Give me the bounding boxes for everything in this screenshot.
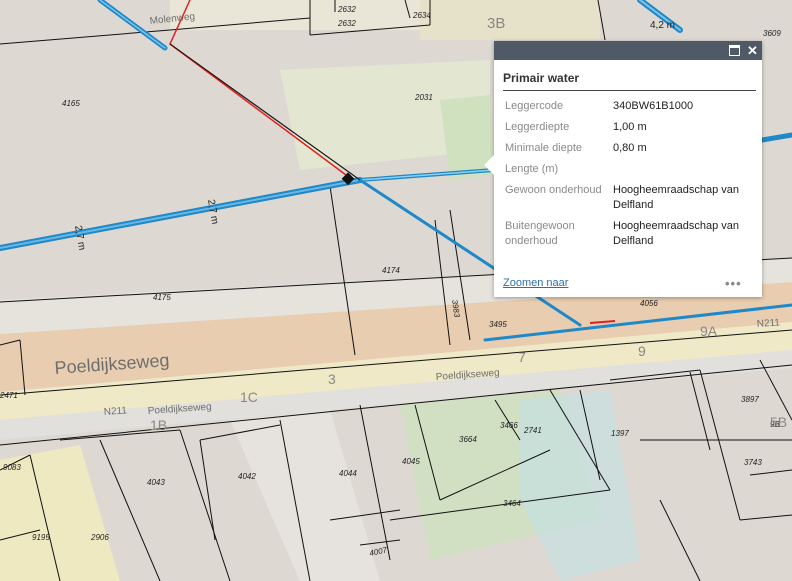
popup-divider [503, 90, 756, 91]
attribute-value: Hoogheemraadschap van Delfland [613, 220, 739, 247]
attribute-value: Hoogheemraadschap van Delfland [613, 184, 739, 211]
parcel-label: 2906 [90, 533, 109, 542]
attribute-value: 340BW61B1000 [613, 100, 694, 112]
attribute-value: 0,80 m [613, 142, 647, 154]
attribute-label: Leggerdiepte [505, 121, 570, 133]
close-icon[interactable]: ✕ [745, 43, 760, 58]
attribute-row: Lengte (m) [505, 162, 760, 177]
street-label: N211 [103, 405, 127, 418]
parcel-label: 2632 [337, 5, 356, 14]
maximize-icon[interactable] [727, 43, 742, 58]
feature-popup: ✕ Primair water Leggercode 340BW61B1000 … [484, 41, 762, 297]
parcel-label: 2031 [414, 93, 433, 102]
attribute-table: Leggercode 340BW61B1000 Leggerdiepte 1,0… [505, 99, 760, 255]
parcel-label: 4043 [147, 478, 165, 487]
attribute-label: Minimale diepte [505, 142, 583, 154]
parcel-label: 2741 [523, 426, 542, 435]
popup-title: Primair water [503, 71, 580, 85]
attribute-row: Gewoon onderhoud Hoogheemraadschap van D… [505, 183, 760, 213]
house-number: 7 [518, 349, 526, 365]
parcel-label: 2634 [412, 11, 431, 20]
house-number: 5B [770, 414, 787, 430]
parcel-label: 3664 [459, 435, 477, 444]
built-area [420, 0, 600, 40]
more-options-icon[interactable]: ••• [725, 276, 742, 291]
attribute-label: Buitengewoon onderhoud [505, 220, 575, 247]
measure-label: 4,2 m [650, 20, 675, 31]
house-number: 9 [638, 343, 646, 359]
parcel-label: 9195 [32, 533, 50, 542]
popup-titlebar: ✕ [494, 41, 762, 60]
parcel-label: 2471 [0, 391, 18, 400]
parcel-label: 4044 [339, 469, 357, 478]
parcel-label: 3897 [741, 395, 759, 404]
parcel-label: 3609 [763, 29, 781, 38]
zoom-to-link[interactable]: Zoomen naar [503, 277, 568, 289]
house-number: 3B [487, 15, 505, 32]
parcel-label: 4056 [640, 299, 658, 308]
parcel-label: 2632 [337, 19, 356, 28]
attribute-value: 1,00 m [613, 121, 647, 133]
attribute-label: Leggercode [505, 100, 564, 112]
attribute-row: Leggerdiepte 1,00 m [505, 120, 760, 135]
parcel-label: 4175 [153, 293, 171, 302]
parcel-label: 4165 [62, 99, 80, 108]
house-number: 1B [150, 417, 167, 433]
parcel-label: 3495 [489, 320, 507, 329]
attribute-row: Buitengewoon onderhoud Hoogheemraadschap… [505, 219, 760, 249]
parcel-label: 4042 [238, 472, 256, 481]
parcel-label: 3464 [503, 499, 521, 508]
parcel-label: 4045 [402, 457, 420, 466]
house-number: 1C [240, 389, 258, 405]
house-number: 9A [700, 323, 718, 339]
parcel-label: 4174 [382, 266, 400, 275]
parcel-label: 3743 [744, 458, 762, 467]
attribute-label: Lengte (m) [505, 163, 559, 175]
house-number: 3 [328, 371, 336, 387]
attribute-value [613, 162, 760, 177]
parcel-label: 9083 [3, 463, 21, 472]
street-label: N211 [756, 317, 780, 330]
attribute-label: Gewoon onderhoud [505, 184, 602, 196]
parcel-label: 1397 [611, 429, 629, 438]
popup-pointer [484, 155, 494, 175]
attribute-row: Leggercode 340BW61B1000 [505, 99, 760, 114]
parcel-label: 3466 [500, 421, 518, 430]
attribute-row: Minimale diepte 0,80 m [505, 141, 760, 156]
